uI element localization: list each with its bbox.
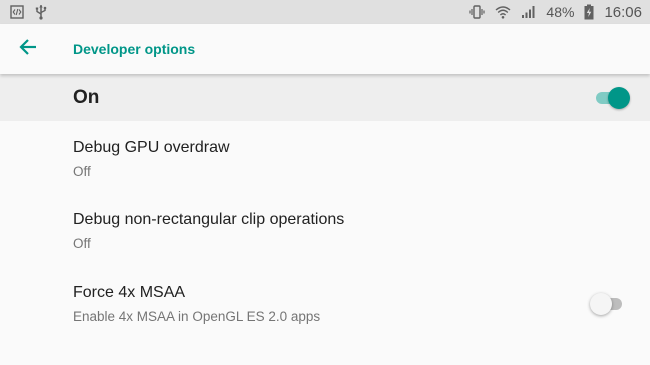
settings-list: Debug GPU overdraw Off Debug non-rectang… xyxy=(0,121,650,340)
setting-title: Debug non-rectangular clip operations xyxy=(73,210,345,228)
setting-summary: Enable 4x MSAA in OpenGL ES 2.0 apps xyxy=(73,308,321,324)
switch-thumb xyxy=(590,292,612,315)
arrow-back-icon xyxy=(18,37,38,62)
battery-charging-icon xyxy=(584,4,594,20)
force-4x-msaa-toggle-switch[interactable] xyxy=(590,292,626,316)
developer-code-icon xyxy=(10,5,24,19)
master-switch-label: On xyxy=(73,86,100,108)
master-toggle-switch[interactable] xyxy=(594,86,630,110)
setting-debug-gpu-overdraw[interactable]: Debug GPU overdraw Off xyxy=(0,121,650,194)
setting-text: Force 4x MSAA Enable 4x MSAA in OpenGL E… xyxy=(73,284,320,324)
setting-summary: Off xyxy=(73,163,91,179)
vibrate-icon xyxy=(469,4,486,20)
switch-thumb xyxy=(608,86,630,109)
setting-text: Debug GPU overdraw Off xyxy=(73,139,230,179)
cell-signal-icon xyxy=(521,5,536,19)
setting-title: Debug GPU overdraw xyxy=(73,138,230,156)
setting-text: Debug non-rectangular clip operations Of… xyxy=(73,211,344,251)
setting-force-4x-msaa[interactable]: Force 4x MSAA Enable 4x MSAA in OpenGL E… xyxy=(0,267,650,340)
battery-percent: 48% xyxy=(546,4,575,20)
setting-summary: Off xyxy=(73,235,91,251)
usb-icon xyxy=(34,4,48,20)
setting-title: Force 4x MSAA xyxy=(73,283,186,301)
status-bar-left xyxy=(10,4,48,20)
app-bar: Developer options xyxy=(0,24,650,74)
back-button[interactable] xyxy=(0,24,56,74)
master-switch-bar[interactable]: On xyxy=(0,74,650,121)
page-title: Developer options xyxy=(73,41,196,57)
setting-debug-clip-operations[interactable]: Debug non-rectangular clip operations Of… xyxy=(0,194,650,267)
status-bar: 48% 16:06 xyxy=(0,0,650,24)
clock: 16:06 xyxy=(604,3,642,21)
status-bar-right: 48% 16:06 xyxy=(469,4,642,21)
wifi-icon xyxy=(495,5,511,19)
